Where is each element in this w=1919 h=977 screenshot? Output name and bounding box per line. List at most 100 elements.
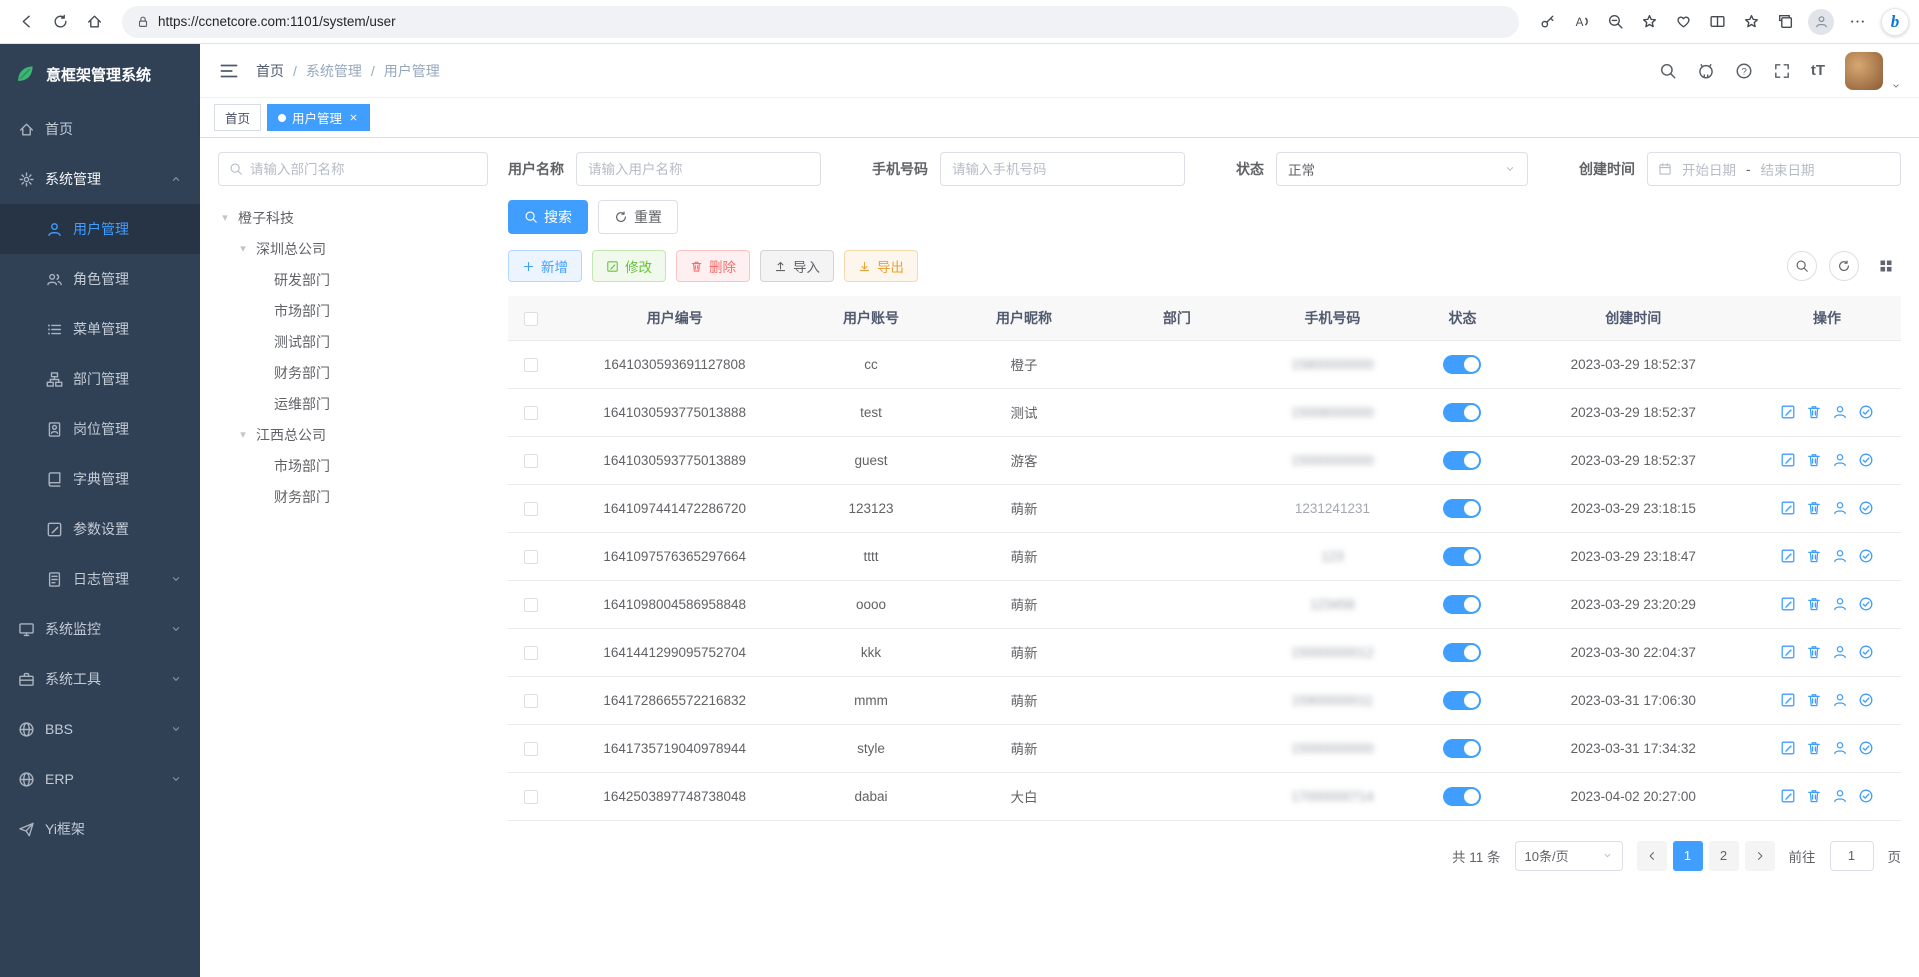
read-aloud-button[interactable]: A xyxy=(1565,6,1597,38)
row-checkbox[interactable] xyxy=(524,598,538,612)
row-resetpwd-icon[interactable] xyxy=(1832,596,1848,612)
export-button[interactable]: 导出 xyxy=(844,250,918,282)
status-toggle[interactable] xyxy=(1443,547,1481,566)
row-assignrole-icon[interactable] xyxy=(1858,548,1874,564)
edit-button[interactable]: 修改 xyxy=(592,250,666,282)
fullscreen-icon[interactable] xyxy=(1773,62,1791,80)
tree-node[interactable]: ▾深圳总公司 xyxy=(218,233,488,264)
date-range-picker[interactable]: 开始日期 - 结束日期 xyxy=(1647,152,1901,186)
row-checkbox[interactable] xyxy=(524,646,538,660)
row-resetpwd-icon[interactable] xyxy=(1832,644,1848,660)
phone-input[interactable] xyxy=(940,152,1185,186)
back-button[interactable] xyxy=(10,6,42,38)
row-edit-icon[interactable] xyxy=(1780,452,1796,468)
status-toggle[interactable] xyxy=(1443,499,1481,518)
sidebar-item-config[interactable]: 参数设置 xyxy=(0,504,200,554)
search-icon[interactable] xyxy=(1659,62,1677,80)
status-toggle[interactable] xyxy=(1443,403,1481,422)
row-assignrole-icon[interactable] xyxy=(1858,644,1874,660)
prev-page-button[interactable] xyxy=(1637,841,1667,871)
sidebar-toggle-icon[interactable] xyxy=(218,60,240,82)
row-checkbox[interactable] xyxy=(524,502,538,516)
font-size-button[interactable]: tT xyxy=(1811,62,1825,79)
tree-node[interactable]: 财务部门 xyxy=(218,357,488,388)
toggle-search-button[interactable] xyxy=(1787,251,1817,281)
status-toggle[interactable] xyxy=(1443,643,1481,662)
row-delete-icon[interactable] xyxy=(1806,500,1822,516)
row-assignrole-icon[interactable] xyxy=(1858,692,1874,708)
refresh-button[interactable] xyxy=(44,6,76,38)
tree-node[interactable]: ▾江西总公司 xyxy=(218,419,488,450)
sidebar-item-log[interactable]: 日志管理 xyxy=(0,554,200,604)
column-settings-button[interactable] xyxy=(1871,251,1901,281)
goto-page-input[interactable] xyxy=(1830,841,1874,871)
row-delete-icon[interactable] xyxy=(1806,644,1822,660)
sidebar-item-home[interactable]: 首页 xyxy=(0,104,200,154)
row-checkbox[interactable] xyxy=(524,358,538,372)
page-size-select[interactable]: 10条/页 xyxy=(1515,841,1623,871)
sidebar-item-role[interactable]: 角色管理 xyxy=(0,254,200,304)
row-edit-icon[interactable] xyxy=(1780,692,1796,708)
sidebar-item-tool[interactable]: 系统工具 xyxy=(0,654,200,704)
page-1-button[interactable]: 1 xyxy=(1673,841,1703,871)
breadcrumb-item[interactable]: 系统管理 xyxy=(306,61,362,81)
dept-search-input[interactable] xyxy=(250,162,477,177)
tree-node[interactable]: 运维部门 xyxy=(218,388,488,419)
bing-copilot-icon[interactable]: b xyxy=(1881,8,1909,36)
tree-node[interactable]: 测试部门 xyxy=(218,326,488,357)
row-edit-icon[interactable] xyxy=(1780,596,1796,612)
row-assignrole-icon[interactable] xyxy=(1858,596,1874,612)
tree-node[interactable]: 财务部门 xyxy=(218,481,488,512)
status-toggle[interactable] xyxy=(1443,739,1481,758)
status-select[interactable]: 正常 xyxy=(1276,152,1528,186)
status-toggle[interactable] xyxy=(1443,451,1481,470)
tree-node[interactable]: ▾橙子科技 xyxy=(218,202,488,233)
sidebar-item-user[interactable]: 用户管理 xyxy=(0,204,200,254)
password-key-button[interactable] xyxy=(1531,6,1563,38)
row-delete-icon[interactable] xyxy=(1806,692,1822,708)
essentials-button[interactable] xyxy=(1667,6,1699,38)
select-all-checkbox[interactable] xyxy=(524,312,538,326)
breadcrumb-item[interactable]: 首页 xyxy=(256,61,284,81)
row-resetpwd-icon[interactable] xyxy=(1832,740,1848,756)
row-assignrole-icon[interactable] xyxy=(1858,500,1874,516)
favorites-button[interactable] xyxy=(1735,6,1767,38)
favorites-add-button[interactable] xyxy=(1633,6,1665,38)
row-resetpwd-icon[interactable] xyxy=(1832,452,1848,468)
username-input[interactable] xyxy=(576,152,821,186)
add-button[interactable]: 新增 xyxy=(508,250,582,282)
sidebar-item-dict[interactable]: 字典管理 xyxy=(0,454,200,504)
row-checkbox[interactable] xyxy=(524,406,538,420)
tab-home[interactable]: 首页 xyxy=(214,104,261,131)
row-delete-icon[interactable] xyxy=(1806,452,1822,468)
status-toggle[interactable] xyxy=(1443,355,1481,374)
row-resetpwd-icon[interactable] xyxy=(1832,788,1848,804)
status-toggle[interactable] xyxy=(1443,595,1481,614)
browser-more-button[interactable] xyxy=(1841,6,1873,38)
status-toggle[interactable] xyxy=(1443,787,1481,806)
row-edit-icon[interactable] xyxy=(1780,404,1796,420)
sidebar-item-post[interactable]: 岗位管理 xyxy=(0,404,200,454)
row-edit-icon[interactable] xyxy=(1780,548,1796,564)
refresh-table-button[interactable] xyxy=(1829,251,1859,281)
home-button[interactable] xyxy=(78,6,110,38)
tab-user[interactable]: 用户管理 xyxy=(267,104,370,131)
next-page-button[interactable] xyxy=(1745,841,1775,871)
zoom-out-button[interactable] xyxy=(1599,6,1631,38)
row-resetpwd-icon[interactable] xyxy=(1832,692,1848,708)
import-button[interactable]: 导入 xyxy=(760,250,834,282)
delete-button[interactable]: 删除 xyxy=(676,250,750,282)
address-bar[interactable]: https://ccnetcore.com:1101/system/user xyxy=(122,6,1519,38)
row-checkbox[interactable] xyxy=(524,694,538,708)
browser-profile-avatar[interactable] xyxy=(1808,9,1834,35)
row-edit-icon[interactable] xyxy=(1780,500,1796,516)
sidebar-item-dept[interactable]: 部门管理 xyxy=(0,354,200,404)
row-assignrole-icon[interactable] xyxy=(1858,404,1874,420)
reset-button[interactable]: 重置 xyxy=(598,200,678,234)
status-toggle[interactable] xyxy=(1443,691,1481,710)
row-assignrole-icon[interactable] xyxy=(1858,740,1874,756)
sidebar-item-system[interactable]: 系统管理 xyxy=(0,154,200,204)
row-assignrole-icon[interactable] xyxy=(1858,788,1874,804)
row-delete-icon[interactable] xyxy=(1806,788,1822,804)
sidebar-item-yi[interactable]: Yi框架 xyxy=(0,804,200,854)
